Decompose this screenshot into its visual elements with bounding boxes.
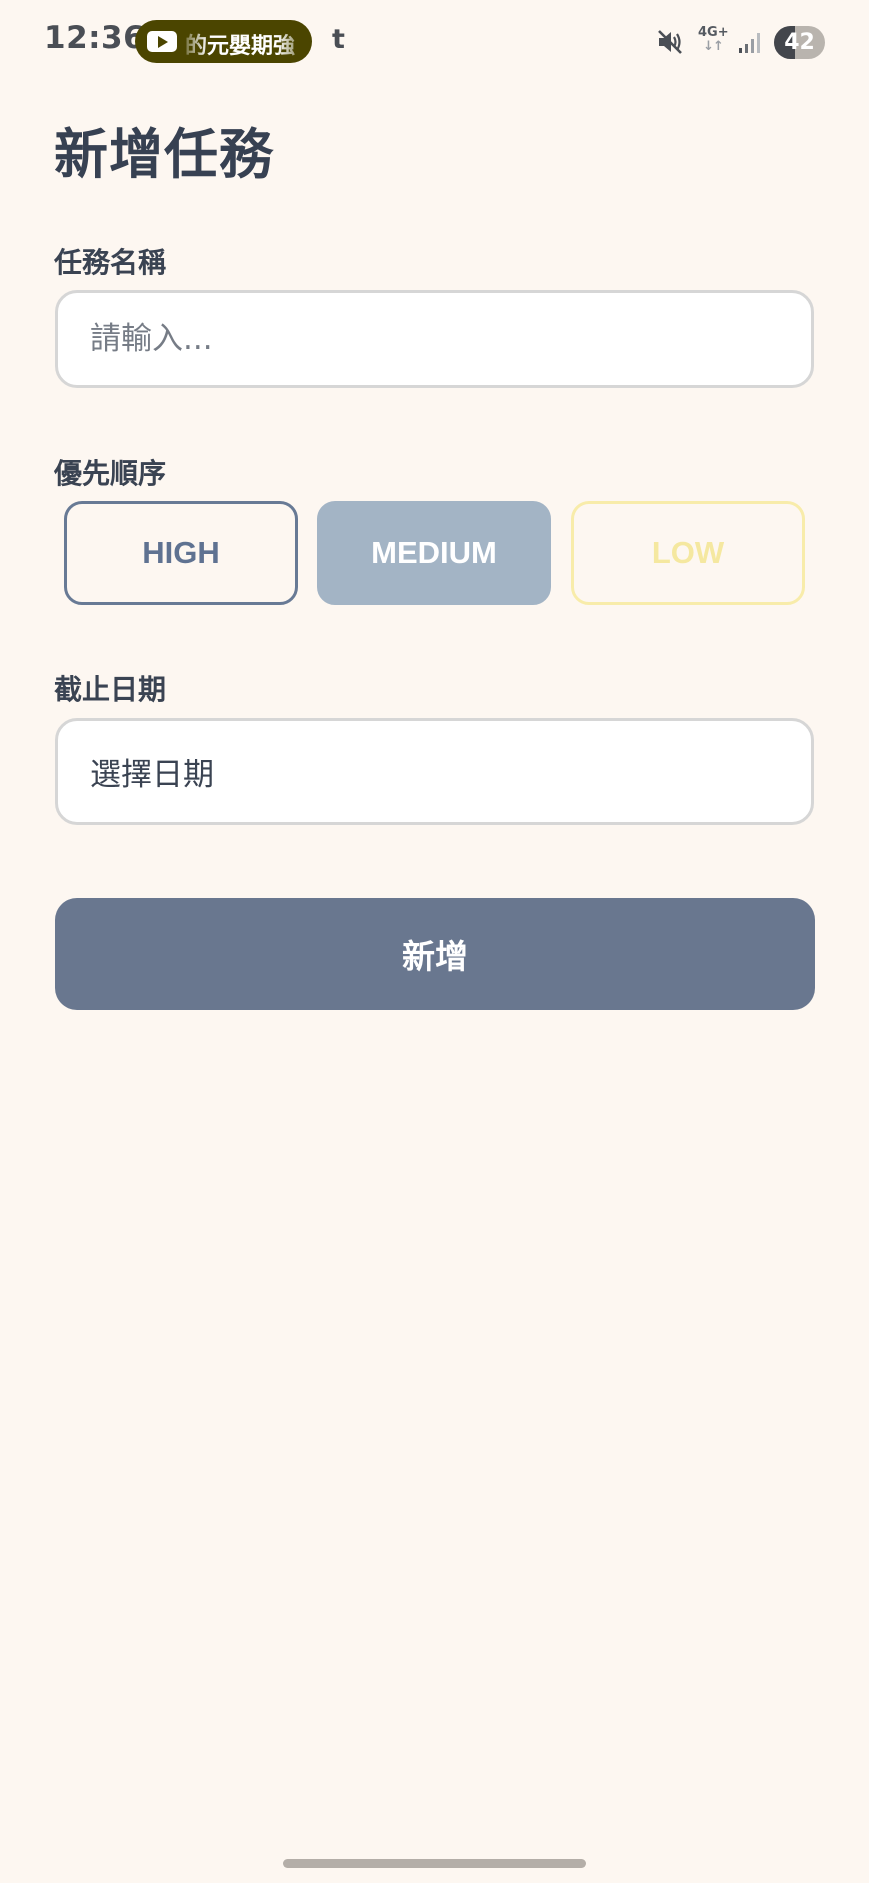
youtube-icon xyxy=(147,31,177,52)
status-time: 12:36 xyxy=(44,20,146,56)
status-bar: 12:36 的元嬰期強 t 4G+ ↓↑ 42 xyxy=(0,0,869,84)
due-date-picker[interactable]: 選擇日期 xyxy=(55,718,814,825)
priority-low-button[interactable]: LOW xyxy=(571,501,805,605)
network-4g-indicator: 4G+ ↓↑ xyxy=(698,25,729,58)
notification-icon: t xyxy=(332,24,345,55)
network-arrows-icon: ↓↑ xyxy=(703,39,724,54)
media-notification-pill[interactable]: 的元嬰期強 xyxy=(135,20,312,63)
due-date-label: 截止日期 xyxy=(54,673,167,706)
add-task-button[interactable]: 新增 xyxy=(55,898,815,1010)
add-task-screen: 12:36 的元嬰期強 t 4G+ ↓↑ 42 新增任務 任務名稱 請輸入...… xyxy=(0,0,869,1883)
mute-icon xyxy=(658,30,682,54)
network-type-label: 4G+ xyxy=(698,25,729,40)
due-date-value: 選擇日期 xyxy=(90,757,214,793)
priority-medium-button[interactable]: MEDIUM xyxy=(317,501,551,605)
task-name-input[interactable] xyxy=(55,290,814,388)
page-title: 新增任務 xyxy=(54,123,274,186)
priority-label: 優先順序 xyxy=(54,457,167,490)
battery-level: 42 xyxy=(784,29,815,55)
home-indicator[interactable] xyxy=(283,1859,586,1868)
task-name-label: 任務名稱 xyxy=(54,246,167,279)
media-ticker-text: 的元嬰期強 xyxy=(185,34,296,59)
priority-high-button[interactable]: HIGH xyxy=(64,501,298,605)
signal-icon xyxy=(739,33,760,53)
battery-icon: 42 xyxy=(774,25,825,59)
status-indicators: 4G+ ↓↑ 42 xyxy=(656,22,825,62)
add-task-button-label: 新增 xyxy=(402,937,468,976)
